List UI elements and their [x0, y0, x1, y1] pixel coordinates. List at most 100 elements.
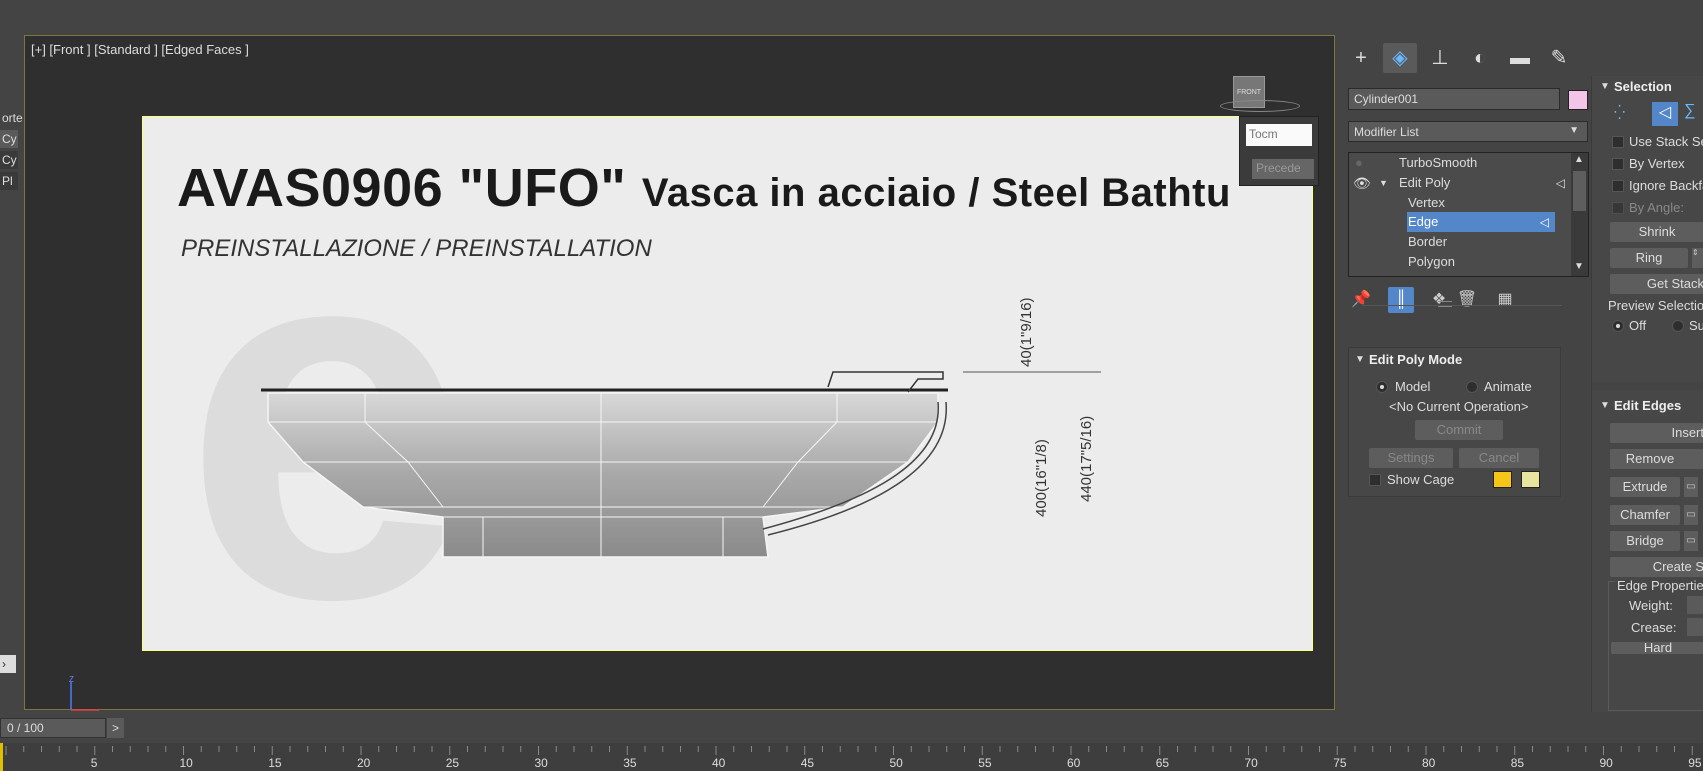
stack-item-label: Polygon — [1408, 254, 1455, 269]
ring-button[interactable]: Ring — [1610, 248, 1688, 268]
subobject-triangle-icon: ◁ — [1555, 176, 1565, 190]
scroll-thumb[interactable] — [1573, 171, 1586, 211]
remove-button[interactable]: Remove — [1610, 449, 1703, 469]
create-shape-button[interactable]: Create S — [1610, 557, 1703, 577]
configure-sets-icon[interactable]: ▦ — [1492, 287, 1518, 313]
hierarchy-icon: ⊥ — [1431, 47, 1449, 69]
viewport-label[interactable]: [+] [Front ] [Standard ] [Edged Faces ] — [31, 42, 249, 57]
cage-color-swatch-1[interactable] — [1493, 471, 1512, 488]
dimension-label-2: 400(16"1/8) — [1033, 439, 1050, 517]
eye-icon[interactable]: ● — [1355, 153, 1363, 173]
weight-input[interactable] — [1687, 596, 1703, 614]
chevron-down-icon[interactable]: ▼ — [1574, 261, 1584, 272]
display-icon: ▬ — [1510, 47, 1530, 69]
crease-label: Crease: — [1631, 620, 1677, 635]
edit-edges-rollout-title[interactable]: Edit Edges — [1614, 398, 1681, 413]
left-strip-item-1[interactable]: Cy — [0, 130, 18, 148]
ruler-tick-label: 70 — [1244, 756, 1258, 770]
model-label: Model — [1395, 379, 1431, 394]
edge-mode-icon[interactable]: ◁ — [1652, 102, 1678, 126]
create-tab[interactable]: + — [1344, 43, 1378, 73]
chamfer-button[interactable]: Chamfer — [1610, 505, 1680, 525]
collapse-arrow-icon[interactable]: ▼ — [1355, 354, 1365, 365]
stack-item-polygon[interactable]: Polygon — [1349, 252, 1571, 272]
overlay-input[interactable]: Tocm — [1246, 124, 1312, 146]
modifier-list-dropdown[interactable]: Modifier List ▼ — [1348, 121, 1588, 142]
cage-color-swatch-2[interactable] — [1521, 471, 1540, 488]
preview-off-radio[interactable] — [1612, 320, 1624, 332]
by-angle-checkbox[interactable] — [1612, 202, 1624, 214]
stack-item-edge[interactable]: Edge ◁ — [1407, 212, 1555, 232]
edge-properties-label: Edge Properties — [1615, 578, 1703, 593]
remove-modifier-icon[interactable]: 🗑 — [1454, 287, 1480, 313]
selection-rollout-title[interactable]: Selection — [1614, 79, 1672, 94]
left-strip-item-2[interactable]: Cy — [0, 151, 18, 169]
object-name-field[interactable]: Cylinder001 — [1348, 88, 1560, 110]
collapse-arrow-icon[interactable]: ▼ — [1600, 400, 1610, 411]
animate-radio[interactable] — [1466, 381, 1478, 393]
object-color-swatch[interactable] — [1568, 90, 1588, 110]
shrink-button[interactable]: Shrink — [1610, 222, 1703, 242]
panel-resize-handle[interactable] — [1438, 301, 1452, 307]
by-vertex-label: By Vertex — [1629, 156, 1685, 171]
expand-arrow-icon[interactable]: › — [0, 655, 16, 673]
commit-button[interactable]: Commit — [1415, 420, 1503, 440]
modify-tab[interactable]: ◈ — [1383, 43, 1417, 73]
ring-spinner[interactable]: ⇕ — [1692, 248, 1703, 268]
vertex-mode-icon[interactable]: ⁛ — [1614, 104, 1634, 124]
border-mode-icon[interactable]: ∑ — [1684, 102, 1703, 126]
pin-stack-icon[interactable]: 📌 — [1348, 287, 1374, 313]
preview-sub-radio[interactable] — [1672, 320, 1684, 332]
insert-vertex-button[interactable]: Insert — [1610, 423, 1703, 443]
use-stack-checkbox[interactable] — [1612, 136, 1624, 148]
extrude-settings-icon[interactable]: ▭ — [1684, 477, 1698, 497]
collapse-arrow-icon[interactable]: ▼ — [1600, 81, 1610, 92]
stack-item-edit-poly[interactable]: 👁 ▼ Edit Poly ◁ — [1349, 173, 1571, 193]
ruler-tick-label: 5 — [90, 756, 98, 770]
reference-image-plane: e AVAS0906 "UFO" Vasca in acciaio / Stee… — [142, 116, 1313, 651]
use-stack-label: Use Stack Se — [1629, 134, 1703, 149]
next-frame-button[interactable]: > — [107, 718, 124, 738]
chamfer-settings-icon[interactable]: ▭ — [1684, 505, 1698, 525]
motion-tab[interactable]: ◐ — [1463, 43, 1497, 73]
rollout-title[interactable]: Edit Poly Mode — [1369, 352, 1462, 367]
chevron-up-icon[interactable]: ▲ — [1574, 154, 1584, 165]
make-unique-icon[interactable]: ❖ — [1426, 287, 1452, 313]
show-cage-checkbox[interactable] — [1369, 474, 1381, 486]
bridge-button[interactable]: Bridge — [1610, 531, 1680, 551]
show-end-result-icon[interactable]: ║ — [1388, 287, 1414, 313]
settings-button[interactable]: Settings — [1369, 448, 1453, 468]
crease-input[interactable] — [1687, 618, 1703, 636]
eye-icon[interactable]: 👁 — [1353, 173, 1371, 193]
hierarchy-tab[interactable]: ⊥ — [1423, 43, 1457, 73]
ruler-tick-label: 45 — [800, 756, 815, 770]
hard-button[interactable]: Hard — [1611, 642, 1703, 654]
stack-item-border[interactable]: Border — [1349, 232, 1571, 252]
by-angle-label: By Angle: — [1629, 200, 1684, 215]
viewcube-ring[interactable] — [1220, 100, 1300, 112]
ruler-tick-label: 60 — [1067, 756, 1081, 770]
cancel-button[interactable]: Cancel — [1459, 448, 1539, 468]
modifier-stack[interactable]: ● TurboSmooth 👁 ▼ Edit Poly ◁ Vertex Edg… — [1348, 152, 1589, 277]
ruler-tick-label: 20 — [357, 756, 371, 770]
model-radio[interactable] — [1376, 381, 1388, 393]
display-tab[interactable]: ▬ — [1503, 43, 1537, 73]
front-viewport[interactable]: [+] [Front ] [Standard ] [Edged Faces ] … — [24, 35, 1335, 711]
bridge-settings-icon[interactable]: ▭ — [1684, 531, 1698, 551]
time-slider[interactable]: 0 / 100 — [0, 718, 106, 738]
extrude-button[interactable]: Extrude — [1610, 477, 1680, 497]
by-vertex-checkbox[interactable] — [1612, 158, 1624, 170]
ruler-tick-label: 25 — [445, 756, 460, 770]
stack-item-vertex[interactable]: Vertex — [1349, 193, 1571, 213]
left-strip-item-3[interactable]: Pl — [0, 172, 18, 190]
ruler-tick-label: 10 — [179, 756, 193, 770]
get-stack-button[interactable]: Get Stack — [1610, 274, 1703, 294]
stack-item-turbosmooth[interactable]: ● TurboSmooth — [1349, 153, 1571, 173]
utilities-tab[interactable]: ✎ — [1542, 43, 1576, 73]
collapse-arrow-icon[interactable]: ▼ — [1379, 173, 1388, 193]
overlay-button[interactable]: Precede — [1252, 159, 1314, 179]
stack-scrollbar[interactable]: ▲ ▼ — [1571, 153, 1588, 276]
ignore-backfacing-checkbox[interactable] — [1612, 180, 1624, 192]
track-bar-ruler[interactable]: 5 10 15 20 25 30 35 40 45 50 55 60 65 70 75 80 85 90 95 — [0, 743, 1703, 771]
left-scene-explorer-strip: orte Cy Cy Pl › — [0, 33, 24, 723]
